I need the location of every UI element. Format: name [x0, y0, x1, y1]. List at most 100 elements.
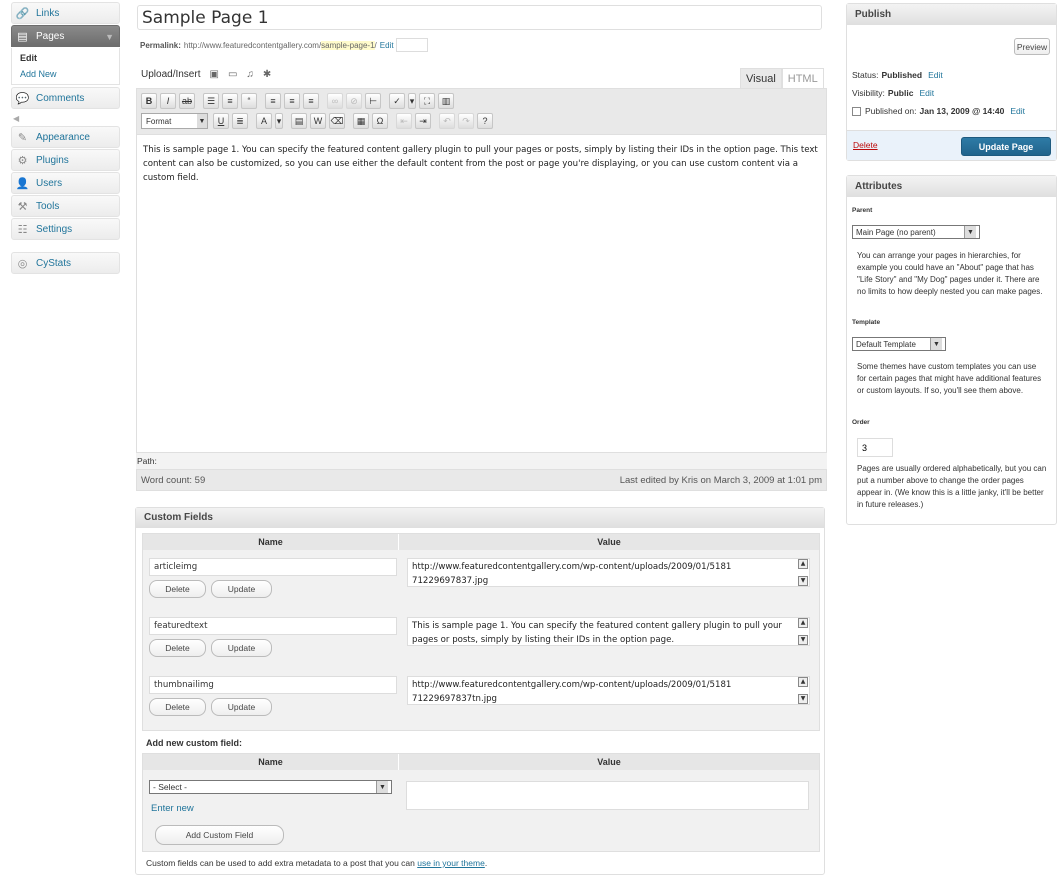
help-icon[interactable]: ? [477, 113, 493, 129]
bullet-list-icon[interactable]: ☰ [203, 93, 219, 109]
justify-icon[interactable]: ≣ [232, 113, 248, 129]
italic-icon[interactable]: I [160, 93, 176, 109]
page-title-input[interactable] [137, 5, 822, 30]
kitchen-sink-icon[interactable]: ▥ [438, 93, 454, 109]
scroll-up-icon[interactable]: ▲ [798, 677, 808, 687]
permalink-edit-box[interactable] [395, 38, 428, 52]
scroll-up-icon[interactable]: ▲ [798, 618, 808, 628]
new-field-value-input[interactable] [406, 781, 809, 810]
add-image-icon[interactable]: ▣ [209, 69, 218, 80]
order-input[interactable] [857, 438, 893, 457]
paste-word-icon[interactable]: W [310, 113, 326, 129]
link-icon[interactable]: ∞ [327, 93, 343, 109]
template-select[interactable]: Default Template ▼ [852, 337, 946, 351]
new-field-key-select[interactable]: - Select - ▼ [149, 780, 392, 794]
content-editor[interactable]: This is sample page 1. You can specify t… [136, 135, 827, 453]
permalink-edit-button[interactable]: Edit [380, 41, 394, 50]
tab-html[interactable]: HTML [781, 68, 824, 88]
spellcheck-icon[interactable]: ✓ [389, 93, 405, 109]
remove-format-icon[interactable]: ⌫ [329, 113, 345, 129]
update-page-button[interactable]: Update Page [961, 137, 1051, 156]
parent-label: Parent [852, 207, 873, 214]
published-edit-link[interactable]: Edit [1010, 106, 1025, 116]
redo-icon[interactable]: ↷ [458, 113, 474, 129]
custom-fields-title[interactable]: Custom Fields [136, 508, 824, 528]
custom-field-name-input[interactable]: thumbnailimg [149, 676, 397, 694]
menu-tools[interactable]: ⚒ Tools [11, 195, 120, 217]
published-value: Jan 13, 2009 @ 14:40 [919, 106, 1005, 116]
attributes-title[interactable]: Attributes [847, 176, 1056, 197]
indent-icon[interactable]: ⇥ [415, 113, 431, 129]
menu-appearance[interactable]: ✎ Appearance [11, 126, 120, 148]
permalink-slug[interactable]: sample-page-1 [321, 40, 375, 50]
scroll-down-icon[interactable]: ▼ [798, 694, 808, 704]
add-video-icon[interactable]: ▭ [228, 69, 237, 80]
parent-select[interactable]: Main Page (no parent) ▼ [852, 225, 980, 239]
custom-field-name-input[interactable]: articleimg [149, 558, 397, 576]
align-center-icon[interactable]: ≡ [284, 93, 300, 109]
bold-icon[interactable]: B [141, 93, 157, 109]
add-media-icon[interactable]: ✱ [263, 69, 271, 80]
paste-text-icon[interactable]: ▤ [291, 113, 307, 129]
unlink-icon[interactable]: ⊘ [346, 93, 362, 109]
special-char-icon[interactable]: Ω [372, 113, 388, 129]
scroll-down-icon[interactable]: ▼ [798, 576, 808, 586]
scrollbar[interactable]: ▲ ▼ [798, 677, 808, 704]
menu-plugins[interactable]: ⚙ Plugins [11, 149, 120, 171]
custom-field-value-input[interactable]: This is sample page 1. You can specify t… [407, 617, 810, 646]
menu-users[interactable]: 👤 Users [11, 172, 120, 194]
menu-comments[interactable]: 💬 Comments [11, 87, 120, 109]
menu-settings[interactable]: ☷ Settings [11, 218, 120, 240]
embed-media-icon[interactable]: ▦ [353, 113, 369, 129]
custom-field-name-input[interactable]: featuredtext [149, 617, 397, 635]
menu-links[interactable]: 🔗 Links [11, 2, 120, 24]
publish-title[interactable]: Publish [847, 4, 1056, 25]
align-right-icon[interactable]: ≡ [303, 93, 319, 109]
scrollbar[interactable]: ▲ ▼ [798, 618, 808, 645]
text-color-dropdown-icon[interactable]: ▾ [275, 113, 283, 129]
status-edit-link[interactable]: Edit [928, 70, 943, 80]
chevron-down-icon: ▼ [964, 226, 976, 238]
spellcheck-dropdown-icon[interactable]: ▾ [408, 93, 416, 109]
outdent-icon[interactable]: ⇤ [396, 113, 412, 129]
preview-button[interactable]: Preview [1014, 38, 1050, 55]
delete-button[interactable]: Delete [149, 698, 206, 716]
add-custom-field-button[interactable]: Add Custom Field [155, 825, 284, 845]
template-label: Template [852, 319, 881, 326]
custom-field-value-input[interactable]: http://www.featuredcontentgallery.com/wp… [407, 676, 810, 705]
more-tag-icon[interactable]: ⊢ [365, 93, 381, 109]
tab-visual[interactable]: Visual [740, 68, 782, 88]
add-audio-icon[interactable]: ♫ [246, 69, 254, 80]
underline-icon[interactable]: U [213, 113, 229, 129]
chevron-down-icon[interactable]: ▼ [105, 32, 114, 42]
strikethrough-icon[interactable]: ab [179, 93, 195, 109]
numbered-list-icon[interactable]: ≡ [222, 93, 238, 109]
delete-link[interactable]: Delete [853, 140, 878, 150]
scroll-down-icon[interactable]: ▼ [798, 635, 808, 645]
align-left-icon[interactable]: ≡ [265, 93, 281, 109]
word-count: Word count: 59 [141, 474, 206, 486]
custom-field-value-input[interactable]: http://www.featuredcontentgallery.com/wp… [407, 558, 810, 587]
submenu-add-new[interactable]: Add New [12, 66, 119, 82]
enter-new-link[interactable]: Enter new [151, 803, 194, 814]
fullscreen-icon[interactable]: ⛶ [419, 93, 435, 109]
undo-icon[interactable]: ↶ [439, 113, 455, 129]
col-value-header: Value [597, 757, 621, 767]
update-button[interactable]: Update [211, 580, 272, 598]
submenu-edit[interactable]: Edit [12, 50, 119, 66]
format-select[interactable]: Format ▼ [141, 113, 208, 129]
update-button[interactable]: Update [211, 639, 272, 657]
select-value: - Select - [153, 782, 188, 792]
delete-button[interactable]: Delete [149, 580, 206, 598]
use-in-theme-link[interactable]: use in your theme [417, 858, 485, 868]
menu-separator-arrow[interactable]: ◀ [11, 110, 120, 126]
menu-pages[interactable]: ▤ Pages ▼ [11, 25, 120, 47]
scrollbar[interactable]: ▲ ▼ [798, 559, 808, 586]
text-color-icon[interactable]: A [256, 113, 272, 129]
delete-button[interactable]: Delete [149, 639, 206, 657]
visibility-edit-link[interactable]: Edit [919, 88, 934, 98]
scroll-up-icon[interactable]: ▲ [798, 559, 808, 569]
blockquote-icon[interactable]: “ [241, 93, 257, 109]
menu-cystats[interactable]: ◎ CyStats [11, 252, 120, 274]
update-button[interactable]: Update [211, 698, 272, 716]
